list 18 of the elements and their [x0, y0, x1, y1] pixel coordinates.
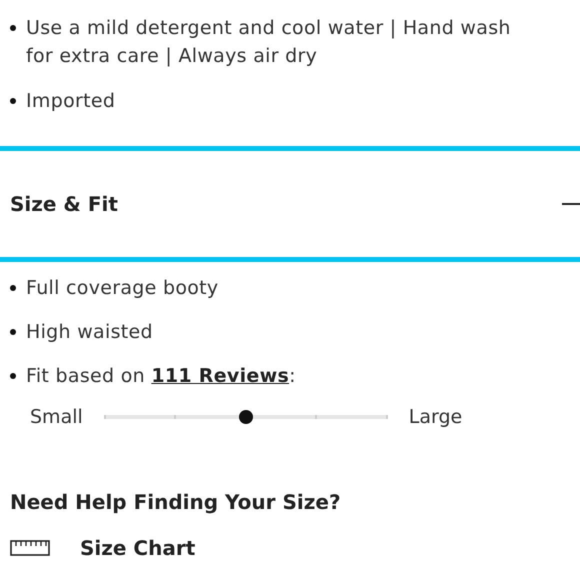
bullet-icon [10, 329, 16, 335]
ruler-icon [10, 540, 50, 556]
fit-text: High waisted [26, 320, 153, 345]
bullet-icon [10, 285, 16, 291]
size-chart-link[interactable]: Size Chart [80, 536, 196, 560]
care-text: Use a mild detergent and cool water | Hand wash for extra care | Always air dry [26, 16, 512, 69]
bullet-icon [10, 373, 16, 379]
slider-max-label: Large [408, 406, 462, 428]
section-header[interactable]: Size & Fit [0, 151, 580, 257]
fit-text: Full coverage booty [26, 276, 218, 301]
slider-min-label: Small [30, 406, 83, 428]
help-heading: Need Help Finding Your Size? [10, 490, 342, 514]
bullet-icon [10, 25, 16, 31]
section-title: Size & Fit [10, 192, 118, 216]
fit-text: Fit based on 111 Reviews: [26, 364, 296, 389]
care-text: Imported [26, 89, 116, 114]
reviews-link[interactable]: 111 Reviews [151, 365, 290, 387]
bullet-icon [10, 98, 16, 104]
